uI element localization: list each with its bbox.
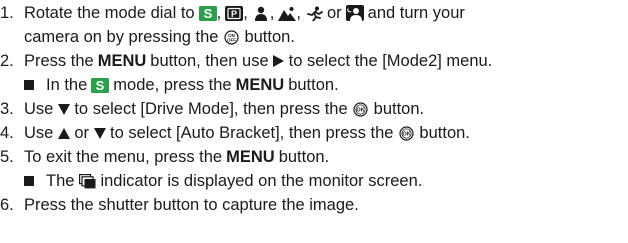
step-4-line: 4. Use or to select [Auto Bracket], then… [0,123,470,143]
step-text: to select [Auto Bracket], then press the [110,123,394,142]
continuous-drive-indicator-icon [78,173,96,189]
step-text: Rotate the mode dial to [24,3,195,22]
comma: , [296,3,301,22]
note-text: indicator is displayed on the monitor sc… [100,171,423,190]
svg-text:OK: OK [357,107,365,113]
program-p-mode-icon: P [225,5,244,21]
ok-button-icon: OK [352,101,370,117]
note-text: mode, press the [113,75,232,94]
square-bullet-icon [24,176,34,186]
step-text: Press the shutter button to capture the … [24,195,359,214]
menu-button-label: MENU [235,75,285,94]
ok-button-icon: OK [397,125,415,141]
step-2-note: In the S mode, press the MENU button. [0,75,339,95]
svg-text:P: P [231,9,237,19]
menu-button-label: MENU [226,147,275,166]
right-arrow-icon [273,53,285,69]
step-text: button. [244,27,295,46]
step-number: 2. [0,51,14,70]
svg-text:S: S [203,6,212,21]
svg-text:OFF: OFF [227,37,236,42]
comma: , [269,3,275,22]
step-5-line: 5. To exit the menu, press the MENU butt… [0,147,329,167]
step-text: To exit the menu, press the [24,147,223,166]
note-text: button. [288,75,339,94]
step-number: 1. [0,3,14,22]
comma: , [243,3,248,22]
instruction-steps: 1. Rotate the mode dial to S , P , , , o… [0,0,628,243]
scene-s-mode-icon: S [91,77,110,93]
step-text: button. [373,99,425,118]
down-arrow-icon [57,101,70,117]
step-5-note: The indicator is displayed on the monito… [0,171,422,191]
step-1-line-1: 1. Rotate the mode dial to S , P , , , o… [0,3,465,23]
note-text: The [46,171,75,190]
step-3-line: 3. Use to select [Drive Mode], then pres… [0,99,424,119]
step-text: to select the [Mode2] menu. [288,51,493,70]
svg-text:S: S [96,78,105,93]
step-text: Use [24,99,54,118]
or-text: or [74,123,90,142]
comma: , [216,3,222,22]
step-2-line-1: 2. Press the MENU button, then use to se… [0,51,492,71]
square-bullet-icon [24,80,34,90]
step-6-line: 6. Press the shutter button to capture t… [0,195,359,215]
step-text: camera on by pressing the [24,27,219,46]
step-text: button. [278,147,330,166]
portrait-mode-icon [252,5,270,21]
menu-button-label: MENU [97,51,147,70]
step-text: and turn your [367,3,465,22]
or-text: or [326,3,342,22]
power-button-icon: ON OFF [222,29,240,45]
step-text: button. [419,123,470,142]
step-number: 6. [0,195,14,214]
note-text: In the [46,75,88,94]
step-text: button, then use [150,51,269,70]
step-1-line-2: camera on by pressing the ON OFF button. [0,27,295,47]
scene-s-mode-icon: S [198,5,217,21]
landscape-mode-icon [278,5,297,21]
down-arrow-icon [93,125,106,141]
step-text: Use [24,123,54,142]
step-number: 5. [0,147,14,166]
sports-mode-icon [305,5,323,21]
step-number: 3. [0,99,14,118]
night-portrait-mode-icon [345,5,364,21]
step-text: Press the [24,51,94,70]
step-text: to select [Drive Mode], then press the [74,99,348,118]
up-arrow-icon [57,125,70,141]
svg-text:OK: OK [402,131,410,137]
step-number: 4. [0,123,14,142]
